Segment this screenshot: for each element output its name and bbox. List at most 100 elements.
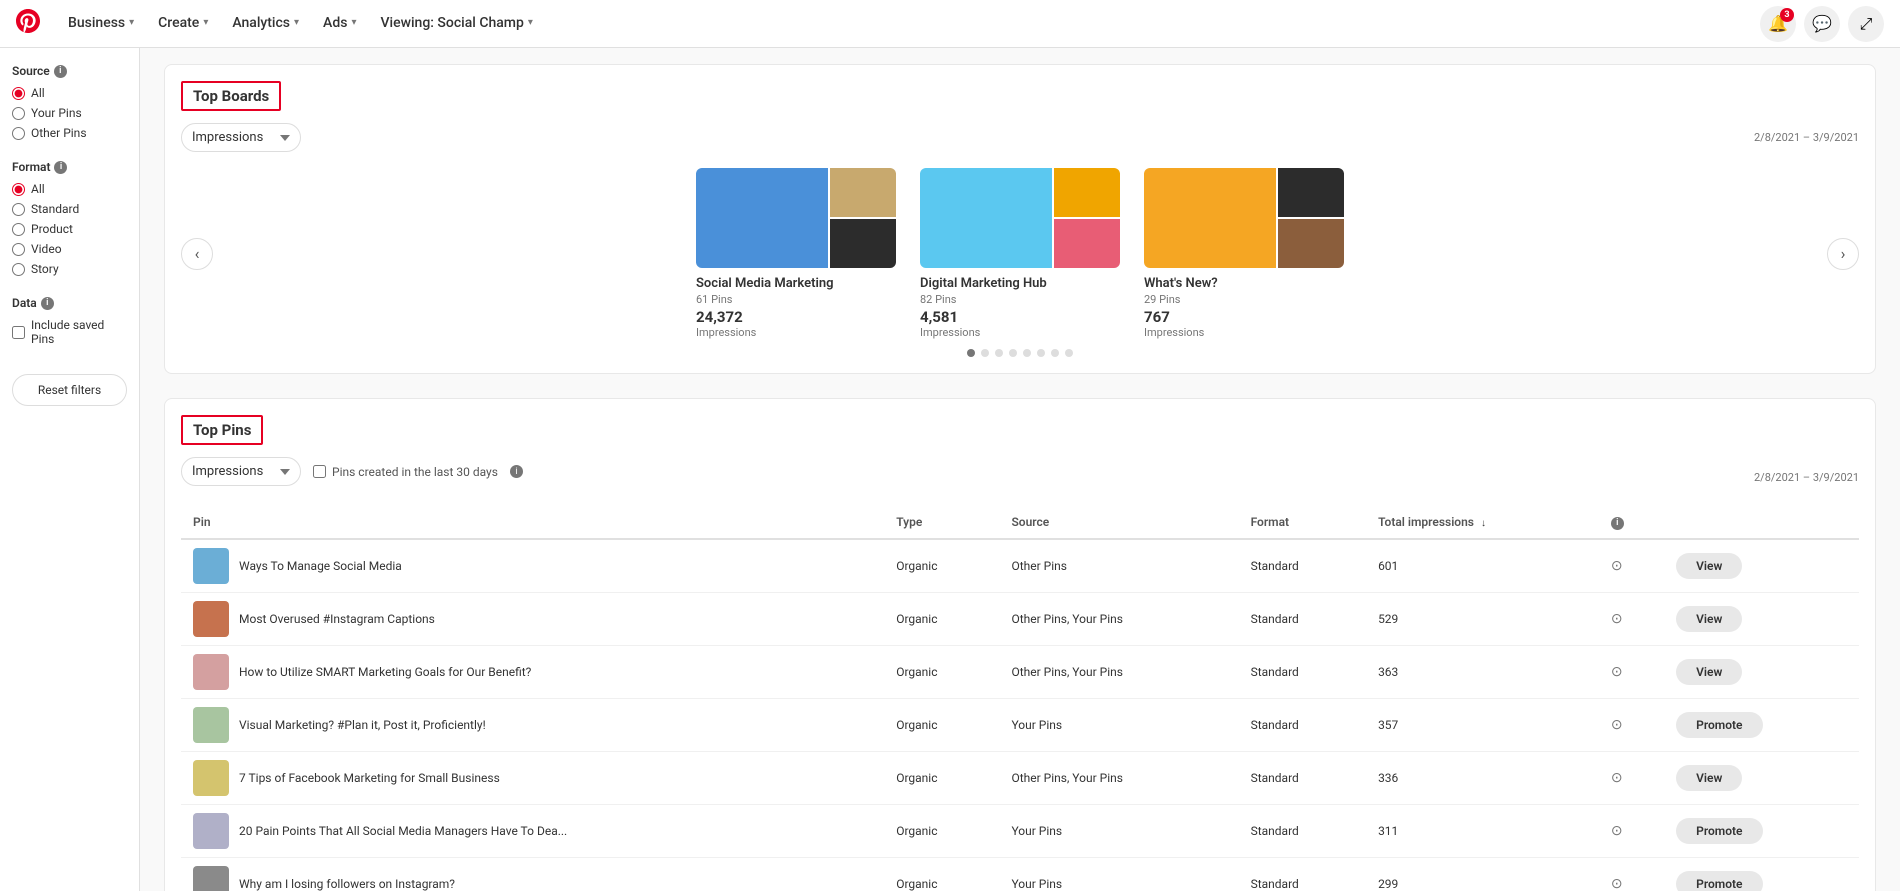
pin-icon[interactable]: ⊙ bbox=[1611, 823, 1623, 839]
pin-impressions: 336 bbox=[1366, 751, 1599, 804]
board-card[interactable]: What's New? 29 Pins 767 Impressions bbox=[1144, 168, 1344, 339]
pin-impressions: 363 bbox=[1366, 645, 1599, 698]
board-img-small-2 bbox=[1278, 219, 1344, 268]
pin-icon[interactable]: ⊙ bbox=[1611, 664, 1623, 680]
board-card[interactable]: Digital Marketing Hub 82 Pins 4,581 Impr… bbox=[920, 168, 1120, 339]
include-saved-pins[interactable]: Include saved Pins bbox=[12, 318, 127, 346]
pin-thumbnail bbox=[193, 760, 229, 796]
pin-thumbnail bbox=[193, 548, 229, 584]
pin-cell: Visual Marketing? #Plan it, Post it, Pro… bbox=[181, 698, 884, 751]
boards-list: Social Media Marketing 61 Pins 24,372 Im… bbox=[225, 168, 1815, 339]
carousel-dot[interactable] bbox=[981, 349, 989, 357]
table-row: Most Overused #Instagram Captions Organi… bbox=[181, 592, 1859, 645]
col-impressions[interactable]: Total impressions ↓ bbox=[1366, 506, 1599, 539]
board-card[interactable]: Social Media Marketing 61 Pins 24,372 Im… bbox=[696, 168, 896, 339]
board-img-small-2 bbox=[830, 219, 896, 268]
board-impressions-label: Impressions bbox=[1144, 326, 1344, 339]
table-row: Visual Marketing? #Plan it, Post it, Pro… bbox=[181, 698, 1859, 751]
format-info-icon[interactable]: i bbox=[54, 161, 67, 174]
pins-metric-select[interactable]: Impressions Engagements Closeups Saves bbox=[181, 457, 301, 486]
pin-cell: How to Utilize SMART Marketing Goals for… bbox=[181, 645, 884, 698]
pin-icon[interactable]: ⊙ bbox=[1611, 770, 1623, 786]
col-source[interactable]: Source bbox=[999, 506, 1238, 539]
pin-format: Standard bbox=[1239, 857, 1366, 891]
carousel-prev-button[interactable]: ‹ bbox=[181, 238, 213, 270]
pin-action-button[interactable]: View bbox=[1676, 553, 1742, 579]
carousel-dot[interactable] bbox=[1009, 349, 1017, 357]
format-product[interactable]: Product bbox=[12, 222, 127, 236]
pin-action-cell: Promote bbox=[1664, 804, 1859, 857]
pin-name: Visual Marketing? #Plan it, Post it, Pro… bbox=[239, 718, 486, 732]
table-info-icon[interactable]: i bbox=[1611, 517, 1624, 530]
pins-info-icon[interactable]: i bbox=[510, 465, 523, 478]
pins-table-head: Pin Type Source Format Total impressions… bbox=[181, 506, 1859, 539]
nav-item-business[interactable]: Business ▾ bbox=[56, 0, 146, 48]
source-all[interactable]: All bbox=[12, 86, 127, 100]
pin-icon[interactable]: ⊙ bbox=[1611, 717, 1623, 733]
pin-type: Organic bbox=[884, 751, 999, 804]
pin-action-button[interactable]: View bbox=[1676, 659, 1742, 685]
boards-carousel: ‹ Social Media Marketing 61 Pins 24,372 … bbox=[181, 168, 1859, 339]
nav-item-ads[interactable]: Ads ▾ bbox=[311, 0, 368, 48]
pin-action-icon: ⊙ bbox=[1599, 751, 1664, 804]
carousel-dot[interactable] bbox=[1023, 349, 1031, 357]
pin-action-cell: Promote bbox=[1664, 698, 1859, 751]
pin-action-button[interactable]: View bbox=[1676, 606, 1742, 632]
pin-thumbnail bbox=[193, 654, 229, 690]
notifications-button[interactable]: 🔔 3 bbox=[1760, 6, 1796, 42]
pin-name: Why am I losing followers on Instagram? bbox=[239, 877, 455, 891]
carousel-dot[interactable] bbox=[995, 349, 1003, 357]
pin-icon[interactable]: ⊙ bbox=[1611, 611, 1623, 627]
pin-format: Standard bbox=[1239, 698, 1366, 751]
pins-date-range: 2/8/2021 – 3/9/2021 bbox=[1754, 471, 1859, 484]
carousel-next-button[interactable]: › bbox=[1827, 238, 1859, 270]
carousel-dot[interactable] bbox=[1065, 349, 1073, 357]
col-format[interactable]: Format bbox=[1239, 506, 1366, 539]
format-standard[interactable]: Standard bbox=[12, 202, 127, 216]
carousel-dot[interactable] bbox=[1037, 349, 1045, 357]
data-info-icon[interactable]: i bbox=[41, 297, 54, 310]
col-type[interactable]: Type bbox=[884, 506, 999, 539]
carousel-dot[interactable] bbox=[967, 349, 975, 357]
pin-action-button[interactable]: Promote bbox=[1676, 871, 1762, 891]
top-pins-header: Top Pins bbox=[181, 415, 1859, 445]
top-pins-title: Top Pins bbox=[181, 415, 263, 445]
pin-name: Most Overused #Instagram Captions bbox=[239, 612, 435, 626]
pin-source: Other Pins, Your Pins bbox=[999, 751, 1238, 804]
pin-action-button[interactable]: Promote bbox=[1676, 712, 1762, 738]
col-pin[interactable]: Pin bbox=[181, 506, 884, 539]
last-30-days-checkbox[interactable]: Pins created in the last 30 days bbox=[313, 465, 498, 479]
board-pins: 29 Pins bbox=[1144, 293, 1344, 306]
pin-cell: 20 Pain Points That All Social Media Man… bbox=[181, 804, 884, 857]
nav-caret: ▾ bbox=[351, 17, 356, 28]
format-video[interactable]: Video bbox=[12, 242, 127, 256]
pin-source: Other Pins, Your Pins bbox=[999, 592, 1238, 645]
carousel-dot[interactable] bbox=[1051, 349, 1059, 357]
nav-item-analytics[interactable]: Analytics ▾ bbox=[220, 0, 311, 48]
pinterest-logo[interactable] bbox=[16, 9, 40, 39]
format-all[interactable]: All bbox=[12, 182, 127, 196]
pin-type: Organic bbox=[884, 857, 999, 891]
pin-type: Organic bbox=[884, 645, 999, 698]
nav-caret: ▾ bbox=[294, 17, 299, 28]
messages-button[interactable]: 💬 bbox=[1804, 6, 1840, 42]
source-other-pins[interactable]: Other Pins bbox=[12, 126, 127, 140]
pin-action-button[interactable]: View bbox=[1676, 765, 1742, 791]
format-story[interactable]: Story bbox=[12, 262, 127, 276]
pin-icon[interactable]: ⊙ bbox=[1611, 558, 1623, 574]
pin-format: Standard bbox=[1239, 645, 1366, 698]
source-info-icon[interactable]: i bbox=[54, 65, 67, 78]
boards-metric-select[interactable]: Impressions Engagements Closeups Saves bbox=[181, 123, 301, 152]
board-images bbox=[920, 168, 1120, 268]
pin-source: Your Pins bbox=[999, 857, 1238, 891]
reset-filters-button[interactable]: Reset filters bbox=[12, 374, 127, 406]
nav-item-viewing--social-champ[interactable]: Viewing: Social Champ ▾ bbox=[368, 0, 544, 48]
source-your-pins[interactable]: Your Pins bbox=[12, 106, 127, 120]
nav-item-create[interactable]: Create ▾ bbox=[146, 0, 220, 48]
top-boards-title: Top Boards bbox=[181, 81, 281, 111]
pin-action-button[interactable]: Promote bbox=[1676, 818, 1762, 844]
pin-action-cell: View bbox=[1664, 539, 1859, 593]
pin-icon[interactable]: ⊙ bbox=[1611, 876, 1623, 891]
board-img-small-1 bbox=[830, 168, 896, 217]
expand-button[interactable]: ⤢ bbox=[1848, 6, 1884, 42]
